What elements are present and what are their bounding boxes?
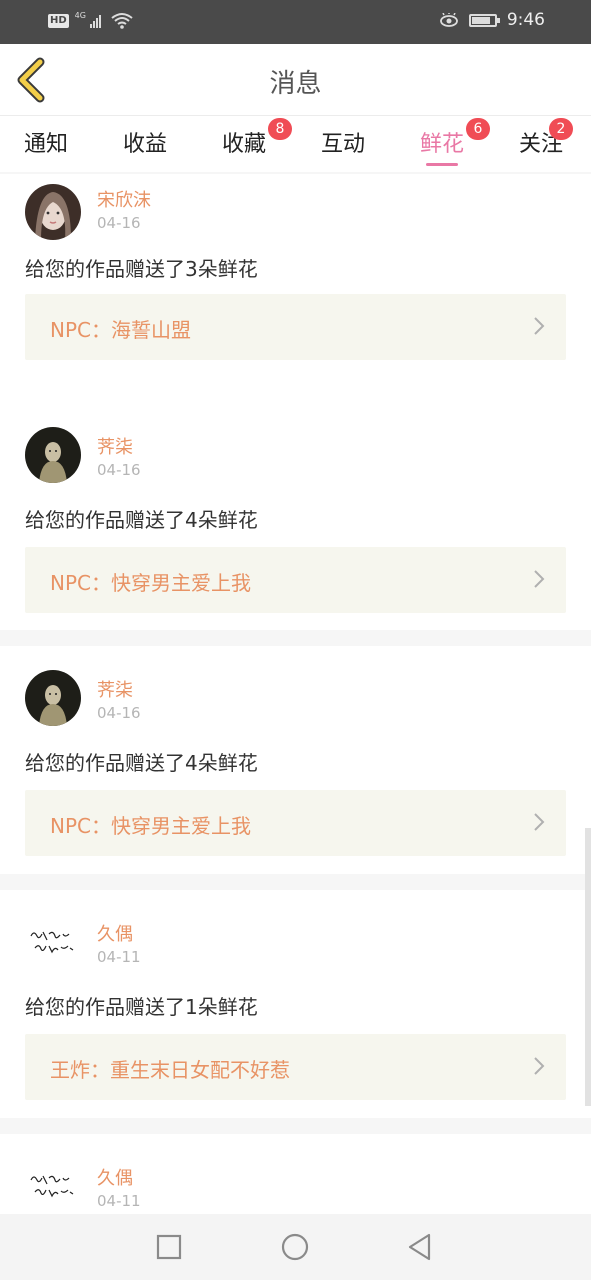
avatar[interactable] <box>25 1158 81 1214</box>
page-title: 消息 <box>269 69 322 99</box>
work-title: 王炸：重生末日女配不好惹 <box>50 1058 290 1082</box>
avatar[interactable] <box>25 184 81 240</box>
avatar[interactable] <box>25 670 81 726</box>
active-tab-indicator <box>426 163 458 166</box>
message-date: 04-11 <box>97 1192 141 1210</box>
tab-bar: 通知 收益 收藏 8 互动 鲜花 6 关注 2 <box>0 116 591 172</box>
sender-name[interactable]: 久偶 <box>97 920 133 946</box>
tab-earnings[interactable]: 收益 <box>123 126 167 158</box>
status-left: HD 4G <box>48 10 133 30</box>
system-nav-bar <box>0 1214 591 1280</box>
sender-name[interactable]: 荠柒 <box>97 433 133 459</box>
avatar-dark-figure-image <box>25 427 81 483</box>
tab-label: 收益 <box>123 132 168 157</box>
tab-label: 鲜花 <box>420 132 465 157</box>
avatar-handwriting-image <box>25 914 81 970</box>
tab-favorites[interactable]: 收藏 8 <box>222 118 293 158</box>
avatar-dark-figure-image <box>25 670 81 726</box>
message-date: 04-16 <box>97 704 141 722</box>
tab-interaction[interactable]: 互动 <box>321 126 365 158</box>
message-text: 给您的作品赠送了1朵鲜花 <box>25 995 258 1019</box>
tab-label: 通知 <box>24 132 69 157</box>
avatar-handwriting-image <box>25 1158 81 1214</box>
network-type: 4G <box>74 10 86 20</box>
circle-home-icon[interactable] <box>280 1232 310 1262</box>
message-card: 久偶 04-11 <box>0 1134 591 1214</box>
chevron-right-icon <box>534 570 545 588</box>
tab-label: 互动 <box>321 132 366 157</box>
sender-name[interactable]: 久偶 <box>97 1164 133 1190</box>
wifi-icon <box>111 13 133 29</box>
battery-icon <box>468 13 500 27</box>
tab-notice[interactable]: 通知 <box>24 126 68 158</box>
clock: 9:46 <box>506 10 545 30</box>
hd-indicator: HD <box>48 14 69 28</box>
message-date: 04-16 <box>97 214 141 232</box>
message-card: 荠柒 04-16 给您的作品赠送了4朵鲜花 NPC：快穿男主爱上我 <box>0 402 591 630</box>
eye-comfort-icon <box>439 13 458 27</box>
work-link[interactable]: NPC：海誓山盟 <box>25 294 566 360</box>
avatar-portrait-image <box>25 184 81 240</box>
tab-follow[interactable]: 关注 2 <box>519 118 574 158</box>
status-right: 9:46 <box>439 10 545 30</box>
sender-name[interactable]: 荠柒 <box>97 676 133 702</box>
message-text: 给您的作品赠送了4朵鲜花 <box>25 751 258 775</box>
scrollbar[interactable] <box>585 828 591 1106</box>
work-link[interactable]: NPC：快穿男主爱上我 <box>25 790 566 856</box>
chevron-right-icon <box>534 1057 545 1075</box>
message-date: 04-11 <box>97 948 141 966</box>
work-link[interactable]: NPC：快穿男主爱上我 <box>25 547 566 613</box>
unread-badge: 6 <box>466 118 491 140</box>
work-title: NPC：快穿男主爱上我 <box>50 814 251 838</box>
avatar[interactable] <box>25 427 81 483</box>
unread-badge: 2 <box>549 118 574 140</box>
message-text: 给您的作品赠送了3朵鲜花 <box>25 257 258 281</box>
message-card: 荠柒 04-16 给您的作品赠送了4朵鲜花 NPC：快穿男主爱上我 <box>0 646 591 874</box>
message-card: 久偶 04-11 给您的作品赠送了1朵鲜花 王炸：重生末日女配不好惹 <box>0 890 591 1118</box>
chevron-right-icon <box>534 813 545 831</box>
tab-flowers[interactable]: 鲜花 6 <box>420 118 491 166</box>
avatar[interactable] <box>25 914 81 970</box>
chevron-right-icon <box>534 317 545 335</box>
message-text: 给您的作品赠送了4朵鲜花 <box>25 508 258 532</box>
tab-label: 收藏 <box>222 132 267 157</box>
message-date: 04-16 <box>97 461 141 479</box>
work-link[interactable]: 王炸：重生末日女配不好惹 <box>25 1034 566 1100</box>
signal-icon <box>89 14 101 28</box>
unread-badge: 8 <box>268 118 293 140</box>
triangle-back-icon[interactable] <box>405 1232 435 1262</box>
status-bar: HD 4G 9:46 <box>0 0 591 44</box>
message-card: 宋欣沫 04-16 给您的作品赠送了3朵鲜花 NPC：海誓山盟 <box>0 174 591 402</box>
sender-name[interactable]: 宋欣沫 <box>97 186 151 212</box>
work-title: NPC：快穿男主爱上我 <box>50 571 251 595</box>
header: 消息 <box>0 44 591 116</box>
battery-level <box>471 16 490 24</box>
square-recent-icon[interactable] <box>154 1232 184 1262</box>
work-title: NPC：海誓山盟 <box>50 318 191 342</box>
